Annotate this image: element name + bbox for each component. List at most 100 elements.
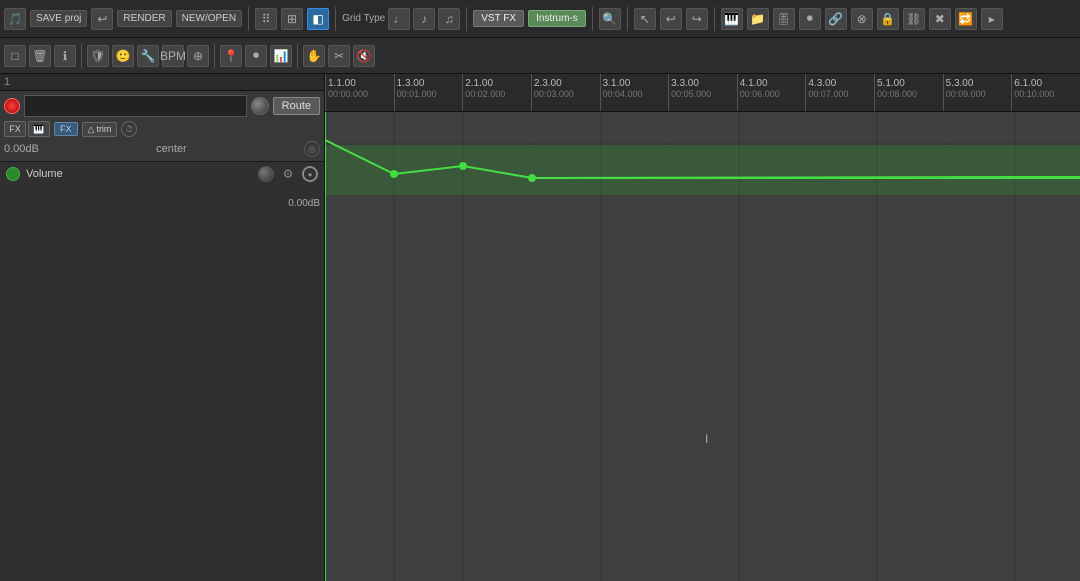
pan-value-label: center <box>156 143 187 155</box>
ruler-mark-10: 6.1.0000:10.000 <box>1011 74 1080 111</box>
face-icon[interactable]: 🙂 <box>112 45 134 67</box>
piano-icon[interactable]: 🎹 <box>721 8 743 30</box>
needle-icon[interactable]: 📍 <box>220 45 242 67</box>
fl-logo-icon[interactable]: 🎵 <box>4 8 26 30</box>
redo-icon[interactable]: ↪ <box>686 8 708 30</box>
automation-record-button[interactable]: ● <box>302 166 318 182</box>
scissor-icon[interactable]: ✂ <box>328 45 350 67</box>
vst-fx-button[interactable]: VST FX <box>473 10 524 27</box>
ruler-mark-3: 2.3.0000:03.000 <box>531 74 600 111</box>
channel-top-row: Route <box>4 95 320 117</box>
channel-power-button[interactable] <box>4 98 20 114</box>
lock-icon[interactable]: 🔒 <box>877 8 899 30</box>
automation-knob[interactable] <box>258 166 274 182</box>
note-icon-3[interactable]: ♫ <box>438 8 460 30</box>
ruler-sub-label-6: 00:06.000 <box>738 89 782 99</box>
note-icon-1[interactable]: ♩ <box>388 8 410 30</box>
mixer-icon[interactable]: 🎚 <box>773 8 795 30</box>
ruler-mark-2: 2.1.0000:02.000 <box>462 74 531 111</box>
timeline-ruler: 1.1.0000:00.0001.3.0000:01.0002.1.0000:0… <box>325 74 1080 112</box>
fx2-icon[interactable]: ⊕ <box>187 45 209 67</box>
ruler-main-label-6: 4.1.00 <box>738 76 770 89</box>
bpm-icon[interactable]: BPM <box>162 45 184 67</box>
undo-icon[interactable]: ↩ <box>91 8 113 30</box>
separator-7 <box>81 44 82 68</box>
render-button[interactable]: RENDER <box>117 10 171 27</box>
browser-icon[interactable]: 📁 <box>747 8 769 30</box>
mute-solo-group: FX 🎹 <box>4 121 50 137</box>
undo2-icon[interactable]: ↩ <box>660 8 682 30</box>
ruler-main-label-10: 6.1.00 <box>1012 76 1044 89</box>
track-number: 1 <box>4 76 10 88</box>
ruler-main-label-5: 3.3.00 <box>669 76 701 89</box>
text-cursor[interactable]: I <box>705 432 708 446</box>
instrum-s-button[interactable]: Instrum-s <box>528 10 586 27</box>
ruler-mark-6: 4.1.0000:06.000 <box>737 74 806 111</box>
toggle-panel-icon[interactable]: □ <box>4 45 26 67</box>
track-background <box>325 112 1080 581</box>
separator-2 <box>335 7 336 31</box>
route-button[interactable]: Route <box>273 97 320 115</box>
trim-button[interactable]: △ trim <box>82 122 118 137</box>
ruler-mark-7: 4.3.0000:07.000 <box>805 74 874 111</box>
loop-icon[interactable]: 🔁 <box>955 8 977 30</box>
separator-3 <box>466 7 467 31</box>
step-icon[interactable]: ⊞ <box>281 8 303 30</box>
pattern-icon[interactable]: ⠿ <box>255 8 277 30</box>
midi-button[interactable]: 🎹 <box>28 121 50 137</box>
separator-9 <box>297 44 298 68</box>
cursor-tool-icon[interactable]: ↖ <box>634 8 656 30</box>
track-content[interactable]: I <box>325 112 1080 581</box>
ruler-mark-0: 1.1.0000:00.000 <box>325 74 394 111</box>
automation-power-button[interactable] <box>6 167 20 181</box>
db-value-label: 0.00dB <box>4 143 39 155</box>
channel-volume-knob[interactable] <box>251 97 269 115</box>
automation-name-label: Volume <box>26 168 252 180</box>
channel-strip: Route FX 🎹 FX △ trim ⏱ 0.00dB center ◎ <box>0 91 324 162</box>
record-dot-icon: ● <box>308 170 313 179</box>
separator-6 <box>714 7 715 31</box>
ruler-sub-label-3: 00:03.000 <box>532 89 576 99</box>
main-area: 1 Route FX 🎹 FX △ trim ⏱ <box>0 74 1080 581</box>
record2-icon[interactable]: ⏺ <box>799 8 821 30</box>
ruler-sub-label-5: 00:05.000 <box>669 89 713 99</box>
ruler-sub-label-0: 00:00.000 <box>326 89 370 99</box>
save-proj-button[interactable]: SAVE proj <box>30 10 87 27</box>
wrench-icon[interactable]: 🔧 <box>137 45 159 67</box>
fx-button[interactable]: FX <box>54 122 78 136</box>
playlist-icon[interactable]: ◧ <box>307 8 329 30</box>
hand-icon[interactable]: ✋ <box>303 45 325 67</box>
chain-icon[interactable]: ⛓ <box>903 8 925 30</box>
ruler-sub-label-1: 00:01.000 <box>395 89 439 99</box>
record3-icon[interactable]: ⏺ <box>245 45 267 67</box>
note-icon-2[interactable]: ♪ <box>413 8 435 30</box>
mute2-icon[interactable]: 🔇 <box>353 45 375 67</box>
levels-icon[interactable]: 📊 <box>270 45 292 67</box>
ruler-mark-8: 5.1.0000:08.000 <box>874 74 943 111</box>
x-icon[interactable]: ✖ <box>929 8 951 30</box>
route-circle-icon[interactable]: ◎ <box>304 141 320 157</box>
link-icon[interactable]: 🔗 <box>825 8 847 30</box>
ruler-main-label-9: 5.3.00 <box>944 76 976 89</box>
new-open-button[interactable]: NEW/OPEN <box>176 10 242 27</box>
ruler-sub-label-9: 00:09.000 <box>944 89 988 99</box>
info-icon[interactable]: ℹ <box>54 45 76 67</box>
automation-gear-icon[interactable]: ⚙ <box>280 166 296 182</box>
channel-db-row: 0.00dB center ◎ <box>4 141 320 157</box>
channel-clock-icon[interactable]: ⏱ <box>121 121 137 137</box>
mute-button[interactable]: FX <box>4 121 26 137</box>
ruler-main-label-3: 2.3.00 <box>532 76 564 89</box>
ruler-main-label-0: 1.1.00 <box>326 76 358 89</box>
timeline-area: 1.1.0000:00.0001.3.0000:01.0002.1.0000:0… <box>325 74 1080 581</box>
ruler-marks: 1.1.0000:00.0001.3.0000:01.0002.1.0000:0… <box>325 74 1080 111</box>
grid-type-label: Grid Type <box>342 13 385 24</box>
ruler-sub-label-8: 00:08.000 <box>875 89 919 99</box>
channel-name-input[interactable] <box>24 95 247 117</box>
separator-8 <box>214 44 215 68</box>
more-icon[interactable]: ▸ <box>981 8 1003 30</box>
zoom-icon[interactable]: 🔍 <box>599 8 621 30</box>
ruler-sub-label-2: 00:02.000 <box>463 89 507 99</box>
shield-icon[interactable]: 🛡 <box>87 45 109 67</box>
detach-icon[interactable]: ⊗ <box>851 8 873 30</box>
delete-icon[interactable]: 🗑 <box>29 45 51 67</box>
